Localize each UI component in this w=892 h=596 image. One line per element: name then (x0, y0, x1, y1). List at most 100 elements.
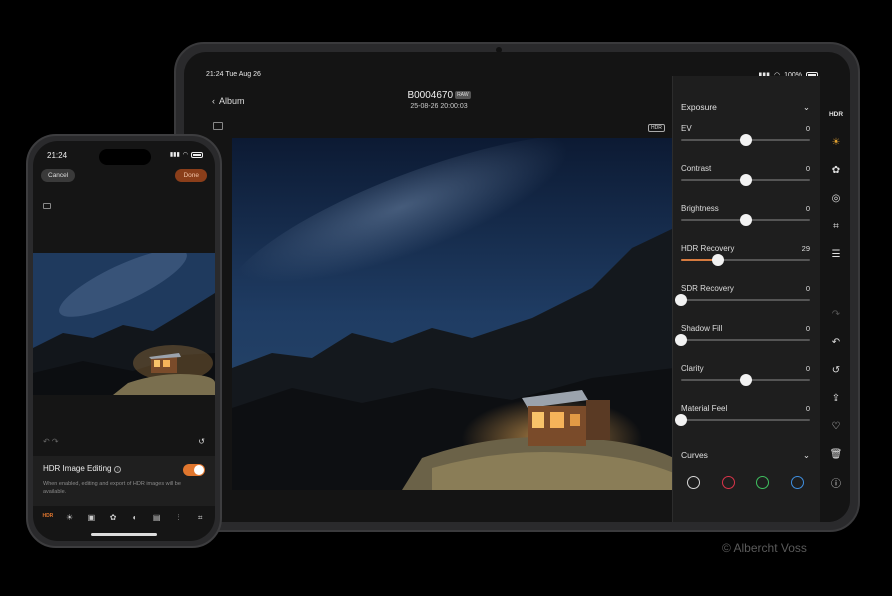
curve-channel-blue[interactable] (790, 476, 804, 489)
slider-track[interactable] (675, 414, 810, 426)
hdr-tool-button[interactable]: HDR (828, 106, 844, 122)
reset-icon[interactable]: ↺ (828, 362, 844, 378)
adjust-slider-ev[interactable]: EV 0 (681, 124, 810, 158)
undo-icon[interactable]: ↶ (828, 334, 844, 350)
slider-value: 0 (805, 364, 810, 373)
slider-track[interactable] (675, 334, 810, 346)
heart-icon[interactable]: ♡ (828, 418, 844, 434)
back-label: Album (219, 96, 245, 106)
slider-value: 0 (805, 164, 810, 173)
product-showcase: 21:24 Tue Aug 26 ▮▮▮ ◠ 100% ‹ Album B000… (0, 0, 892, 596)
slider-label: SDR Recovery (681, 284, 734, 293)
slider-label: Contrast (681, 164, 712, 173)
battery-icon (191, 151, 203, 158)
undo-redo-icons[interactable]: ↶ ↷ (43, 437, 59, 446)
signal-icon: ▮▮▮ (169, 152, 180, 158)
chevron-left-icon: ‹ (212, 96, 215, 106)
adjust-slider-contrast[interactable]: Contrast 0 (681, 164, 810, 198)
adjust-slider-hdr-recovery[interactable]: HDR Recovery 29 (681, 244, 810, 278)
slider-knob[interactable] (739, 134, 752, 146)
slider-label: HDR Recovery (681, 244, 735, 253)
adjust-slider-shadow-fill[interactable]: Shadow Fill 0 (675, 324, 810, 358)
ipad-device: 21:24 Tue Aug 26 ▮▮▮ ◠ 100% ‹ Album B000… (174, 42, 860, 532)
hdr-editing-toggle[interactable] (183, 464, 205, 476)
slider-track[interactable] (681, 174, 810, 186)
slider-knob[interactable] (739, 214, 752, 226)
sun-icon[interactable]: ☀ (63, 513, 77, 523)
hdr-tool-button[interactable]: HDR (41, 513, 55, 523)
slider-track[interactable] (681, 374, 810, 386)
photo-preview (33, 253, 215, 395)
raw-badge: RAW (455, 91, 471, 100)
slider-label: Material Feel (681, 404, 728, 413)
info-icon[interactable]: i (114, 466, 122, 473)
image-compare-icon[interactable] (213, 122, 223, 130)
image-compare-icon[interactable] (43, 203, 51, 209)
crop-icon[interactable]: ⌗ (193, 513, 207, 523)
slider-knob[interactable] (739, 374, 752, 386)
chevron-down-icon: ⌄ (802, 450, 810, 460)
dynamic-island (99, 149, 151, 165)
slider-knob[interactable] (675, 294, 687, 306)
adjust-slider-brightness[interactable]: Brightness 0 (681, 204, 810, 238)
slider-knob[interactable] (675, 414, 687, 426)
aperture-icon[interactable]: ◎ (828, 190, 844, 206)
iphone-device: 21:24 ▮▮▮ ◠ Cancel Done ↶ ↷ ↺ HDR Image … (26, 134, 222, 548)
film-icon[interactable]: ▤ (150, 513, 164, 523)
curve-channel-green[interactable] (756, 476, 770, 489)
wifi-icon: ◠ (182, 152, 188, 158)
redo-icon[interactable]: ↷ (828, 306, 844, 322)
cancel-button[interactable]: Cancel (41, 169, 76, 182)
share-icon[interactable]: ⇪ (828, 390, 844, 406)
exposure-section-header[interactable]: Exposure ⌄ (681, 102, 810, 113)
iphone-status-time: 21:24 (47, 151, 68, 160)
tool-sidebar: HDR ☀ ✿ ◎ ⌗ ☰ ↷ ↶ ↺ ⇪ ♡ 🗑 ⓘ (822, 76, 850, 522)
exposure-title: Exposure (681, 102, 717, 112)
file-date: 25-08-26 20:00:03 (410, 103, 468, 110)
curve-channel-red[interactable] (721, 476, 735, 489)
exposure-box-icon[interactable]: ▣ (84, 513, 98, 523)
slider-value: 0 (805, 124, 810, 133)
back-button[interactable]: ‹ Album (212, 96, 245, 106)
slider-track[interactable] (675, 294, 810, 306)
home-indicator (91, 533, 157, 536)
trash-icon[interactable]: 🗑 (828, 446, 844, 462)
adjust-slider-material-feel[interactable]: Material Feel 0 (675, 404, 810, 438)
sun-icon[interactable]: ☀ (828, 134, 844, 150)
info-icon[interactable]: ⓘ (828, 474, 844, 490)
slider-knob[interactable] (739, 174, 752, 186)
curve-channel-rgb[interactable] (687, 476, 700, 489)
photo-preview (232, 138, 674, 490)
done-button[interactable]: Done (175, 169, 207, 182)
adjust-slider-sdr-recovery[interactable]: SDR Recovery 0 (675, 284, 810, 318)
ipad-screen: 21:24 Tue Aug 26 ▮▮▮ ◠ 100% ‹ Album B000… (184, 52, 850, 522)
hdr-chip[interactable]: HDR (648, 124, 665, 132)
sliders-icon[interactable]: ⫶ (171, 513, 185, 523)
slider-label: Brightness (681, 204, 719, 213)
crop-icon[interactable]: ⌗ (828, 218, 844, 234)
contrast-icon[interactable]: ◐ (128, 513, 142, 523)
slider-value: 0 (805, 404, 810, 413)
slider-knob[interactable] (675, 334, 687, 346)
reset-icon[interactable]: ↺ (198, 437, 205, 446)
curves-title: Curves (681, 450, 708, 460)
hdr-editing-title: HDR Image Editing i (43, 464, 122, 473)
slider-value: 0 (805, 204, 810, 213)
photo-credit: © Albercht Voss (722, 541, 807, 555)
slider-track[interactable] (681, 134, 810, 146)
file-name: B0004670 (407, 90, 454, 101)
slider-track[interactable] (681, 254, 810, 266)
slider-track[interactable] (681, 214, 810, 226)
phone-tool-bar: HDR ☀ ▣ ✿ ◐ ▤ ⫶ ⌗ (33, 513, 215, 523)
curves-section-header[interactable]: Curves ⌄ (681, 450, 810, 461)
slider-value: 29 (801, 244, 810, 253)
photo-title: B0004670 RAW 25-08-26 20:00:03 (374, 90, 504, 110)
slider-label: Clarity (681, 364, 704, 373)
slider-label: EV (681, 124, 692, 133)
color-circles-icon[interactable]: ✿ (828, 162, 844, 178)
adjust-slider-clarity[interactable]: Clarity 0 (681, 364, 810, 398)
list-icon[interactable]: ☰ (828, 246, 844, 262)
slider-knob[interactable] (712, 254, 725, 266)
color-circles-icon[interactable]: ✿ (106, 513, 120, 523)
hdr-editing-card: HDR Image Editing i When enabled, editing… (33, 456, 215, 506)
